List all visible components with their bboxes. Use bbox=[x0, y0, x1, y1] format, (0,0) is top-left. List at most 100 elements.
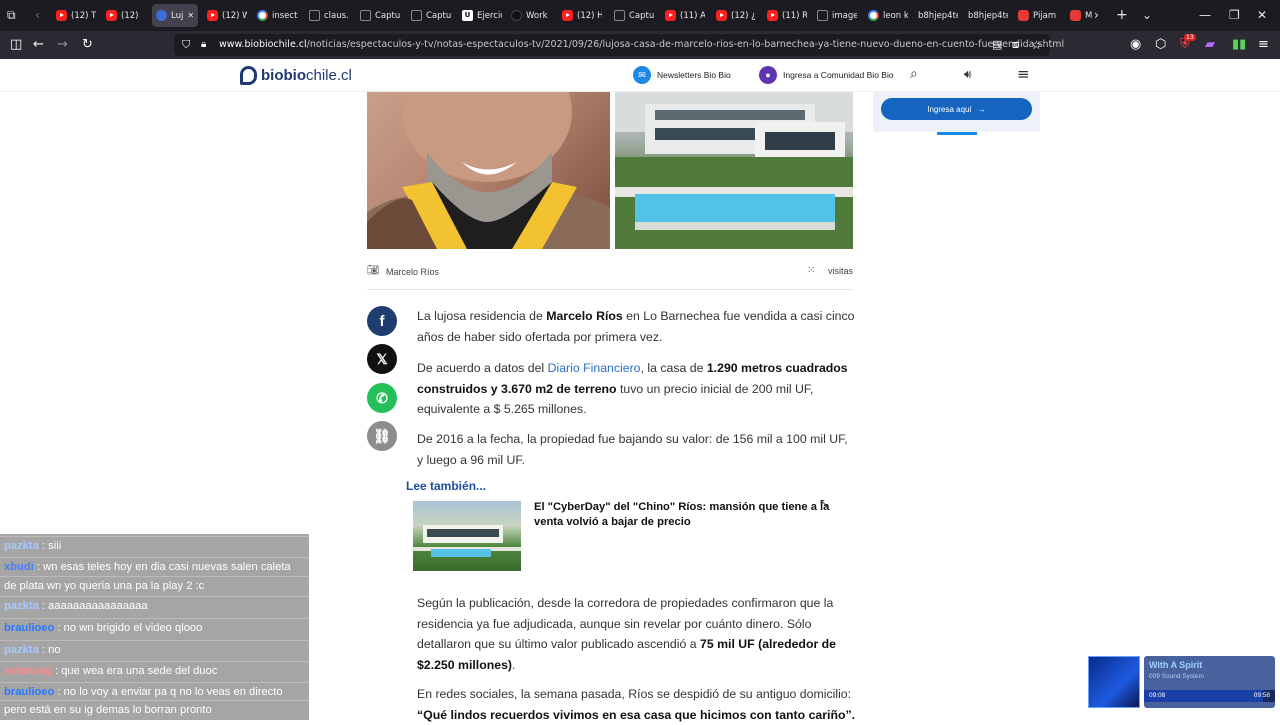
extensions-icon[interactable]: ⬡ bbox=[1155, 37, 1166, 53]
p2-text-a: De acuerdo a datos del bbox=[417, 361, 548, 375]
photo-caption-row: 📷︎ Marcelo Ríos ⁙ visitas bbox=[367, 262, 853, 290]
cloud-icon bbox=[309, 10, 320, 21]
close-tab-icon[interactable]: ✕ bbox=[187, 11, 194, 20]
chat-message: pazkta : aaaaaaaaaaaaaaaa bbox=[0, 596, 309, 615]
browser-tab[interactable]: Captu bbox=[407, 4, 451, 27]
sidebar-toggle-icon[interactable]: ◫ bbox=[10, 37, 22, 53]
newsletters-label: Newsletters Bio Bio bbox=[657, 70, 731, 80]
browser-tab[interactable]: image bbox=[813, 4, 857, 27]
browser-tab[interactable]: (12) bbox=[102, 4, 146, 27]
x-icon: 𝕏 bbox=[376, 350, 388, 367]
share-facebook-button[interactable]: f bbox=[367, 306, 397, 336]
browser-tab[interactable]: (11) A bbox=[661, 4, 705, 27]
related-article-title[interactable]: El "CyberDay" del "Chino" Ríos: mansión … bbox=[534, 500, 859, 529]
minimize-icon[interactable]: — bbox=[1199, 8, 1211, 22]
bookmark-star-icon[interactable]: ☆ bbox=[1031, 37, 1042, 53]
address-bar[interactable]: ⛉ 🔒︎ www.biobiochile.cl/noticias/especta… bbox=[174, 34, 1064, 56]
browser-tab[interactable]: b8hjep4te bbox=[964, 4, 1008, 27]
browser-tab[interactable]: (12) H bbox=[558, 4, 602, 27]
tab-overview-icon[interactable]: ⧉ bbox=[7, 8, 16, 22]
browser-tab[interactable]: M bbox=[1066, 4, 1092, 27]
list-all-tabs-icon[interactable]: ⌄ bbox=[1142, 8, 1152, 22]
new-tab-icon[interactable]: + bbox=[1116, 8, 1128, 22]
back-icon[interactable]: ← bbox=[33, 37, 44, 53]
community-link[interactable]: ● Ingresa a Comunidad Bio Bio bbox=[759, 65, 894, 85]
url-text[interactable]: www.biobiochile.cl/noticias/espectaculos… bbox=[219, 39, 1064, 50]
chat-message: pazkta : siii bbox=[0, 536, 309, 555]
twitch-extension-icon[interactable]: ▰ bbox=[1205, 37, 1215, 53]
article-paragraph-5: En redes sociales, la semana pasada, Río… bbox=[417, 684, 857, 725]
browser-tab[interactable]: Pijam bbox=[1014, 4, 1058, 27]
biobiochile-logo[interactable]: biobiochile.cl bbox=[240, 65, 352, 85]
scroll-tabs-right-icon[interactable]: › bbox=[1094, 8, 1099, 22]
audio-extension-icon[interactable]: ▮▮ bbox=[1232, 37, 1246, 53]
browser-tab[interactable]: (12) ¿ bbox=[712, 4, 756, 27]
chat-username[interactable]: pazkta bbox=[4, 644, 39, 656]
browser-tab[interactable]: Captu bbox=[610, 4, 654, 27]
browser-tab[interactable]: Luj ✕ bbox=[152, 4, 198, 27]
progress-track[interactable]: 09:08 09:58 bbox=[1144, 690, 1275, 702]
article-paragraph-1: La lujosa residencia de Marcelo Ríos en … bbox=[417, 306, 857, 347]
photo-caption: Marcelo Ríos bbox=[386, 267, 440, 277]
copy-link-button[interactable]: ⛓ bbox=[367, 421, 397, 451]
url-domain: www.biobiochile.cl bbox=[219, 39, 307, 50]
reload-icon[interactable]: ↻ bbox=[82, 37, 93, 53]
ingresa-aqui-button[interactable]: Ingresa aquí → bbox=[881, 98, 1032, 120]
p4-text-c: . bbox=[512, 657, 516, 672]
browser-tab[interactable]: b8hjep4te bbox=[914, 4, 958, 27]
navigation-toolbar: ◫ ← → ↻ ⛉ 🔒︎ www.biobiochile.cl/noticias… bbox=[0, 31, 1280, 59]
portrait-illustration bbox=[367, 92, 610, 249]
p1-bold-name: Marcelo Ríos bbox=[546, 309, 623, 323]
chat-username[interactable]: sebavalg bbox=[4, 665, 52, 677]
newsletters-link[interactable]: ✉ Newsletters Bio Bio bbox=[633, 65, 731, 85]
p5-bold-quote: “Qué lindos recuerdos vivimos en esa cas… bbox=[417, 707, 856, 722]
whatsapp-icon: ✆ bbox=[376, 389, 388, 406]
audio-icon[interactable]: 🔊︎ bbox=[964, 67, 972, 82]
chat-username[interactable]: pazkta bbox=[4, 600, 39, 612]
chat-text: : siii bbox=[38, 540, 62, 552]
share-whatsapp-button[interactable]: ✆ bbox=[367, 383, 397, 413]
chat-username[interactable]: pazkta bbox=[4, 540, 39, 552]
ucampus-icon: U bbox=[462, 10, 473, 21]
tab-label: (12) Tl bbox=[71, 10, 96, 21]
total-time: 09:58 bbox=[1253, 692, 1270, 699]
browser-tab[interactable]: leon k bbox=[864, 4, 908, 27]
app-menu-icon[interactable]: ≡ bbox=[1258, 37, 1269, 53]
chat-username[interactable]: braulioeo bbox=[4, 622, 54, 634]
close-window-icon[interactable]: ✕ bbox=[1257, 8, 1267, 22]
browser-tab[interactable]: (12) Tl bbox=[52, 4, 96, 27]
youtube-icon bbox=[106, 10, 117, 21]
now-playing-info: With A Spirit 009 Sound System 09:08 09:… bbox=[1144, 656, 1275, 708]
cloud-icon bbox=[817, 10, 828, 21]
tracking-shield-icon[interactable]: ⛉ bbox=[182, 37, 190, 53]
chat-username[interactable]: xbudi bbox=[4, 561, 34, 573]
chat-username[interactable]: braulioeo bbox=[4, 686, 54, 698]
hamburger-menu-icon[interactable]: ≡ bbox=[1017, 65, 1030, 83]
mansion-illustration bbox=[615, 92, 853, 249]
tab-label: insect bbox=[272, 10, 298, 21]
account-icon[interactable]: ◉ bbox=[1130, 37, 1141, 53]
chat-text: : wn esas teles hoy en dia casi nuevas s… bbox=[33, 561, 291, 573]
reader-view-icon[interactable]: ▤ bbox=[992, 37, 1002, 53]
chat-text: pero está en su ig demas lo borran pront… bbox=[4, 704, 212, 716]
related-article-thumbnail[interactable] bbox=[413, 501, 521, 571]
chat-message: pazkta : no bbox=[0, 640, 309, 659]
browser-tab[interactable]: (12) W bbox=[203, 4, 247, 27]
picture-in-picture-icon[interactable]: ⧈ bbox=[1012, 37, 1019, 53]
browser-tab[interactable]: insect bbox=[253, 4, 299, 27]
browser-tab[interactable]: claus. bbox=[305, 4, 349, 27]
diario-financiero-link[interactable]: Diario Financiero bbox=[548, 361, 641, 375]
forward-icon[interactable]: → bbox=[57, 37, 68, 53]
scroll-tabs-left-icon[interactable]: ‹ bbox=[35, 8, 40, 22]
share-x-button[interactable]: 𝕏 bbox=[367, 344, 397, 374]
restore-icon[interactable]: ❐ bbox=[1229, 8, 1240, 22]
chat-text: : no wn brigido el video qlooo bbox=[54, 622, 203, 634]
browser-tab[interactable]: U Ejercic bbox=[458, 4, 502, 27]
browser-tab[interactable]: Captu bbox=[356, 4, 400, 27]
browser-tab[interactable]: Work bbox=[507, 4, 551, 27]
related-mansion-illustration bbox=[413, 525, 521, 557]
search-icon[interactable]: ⌕ bbox=[910, 66, 918, 82]
browser-tab[interactable]: (11) R bbox=[763, 4, 807, 27]
lee-tambien-heading: Lee también... bbox=[406, 479, 487, 493]
lock-icon[interactable]: 🔒︎ bbox=[201, 37, 206, 53]
